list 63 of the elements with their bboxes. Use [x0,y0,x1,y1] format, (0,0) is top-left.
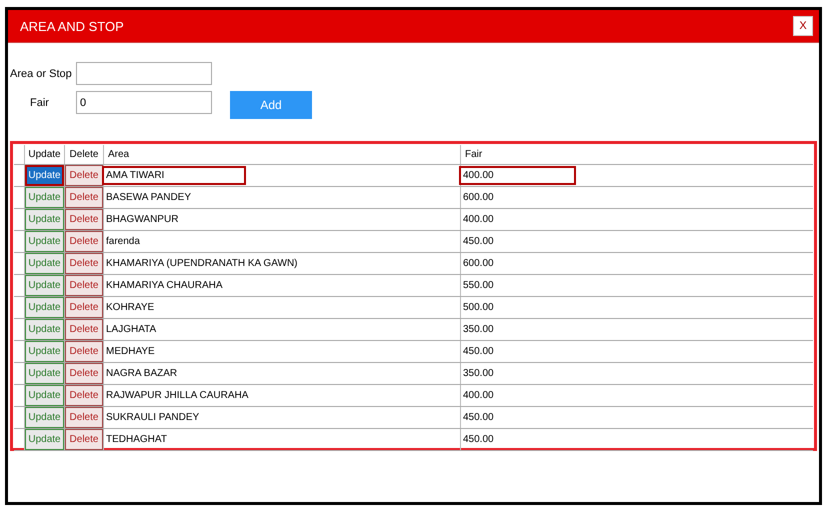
add-button[interactable]: Add [230,90,312,118]
table-cell-text: 350.00 [462,367,495,381]
table-cell-text: 600.00 [462,191,495,205]
table-cell-text: BASEWA PANDEY [105,191,192,205]
table-cell-text: 450.00 [462,345,495,359]
update-button[interactable]: Update [25,363,64,384]
table-cell-text: 550.00 [462,279,495,293]
update-button[interactable]: Update [25,429,64,450]
table-cell-text: RAJWAPUR JHILLA CAURAHA [105,389,250,403]
table-cell-text: 400.00 [462,389,495,403]
column-header: Area [104,145,461,164]
delete-button[interactable]: Delete [65,231,103,252]
delete-button[interactable]: Delete [65,165,103,186]
update-button[interactable]: Update [25,341,64,362]
table-cell-text: 450.00 [462,433,495,447]
table-cell-text: 450.00 [462,411,495,425]
window-title: AREA AND STOP [20,18,124,34]
table-cell: AMA TIWARI [104,168,244,183]
delete-button[interactable]: Delete [65,297,103,318]
column-header: Fair [464,148,484,162]
update-button[interactable]: Update [25,275,64,296]
table-cell-text: TEDHAGHAT [105,433,168,447]
table-cell-text: 600.00 [462,257,495,271]
close-button[interactable]: X [793,16,813,36]
delete-button[interactable]: Delete [65,275,103,296]
table-cell: 400.00 [461,168,574,183]
table-cell-text: SUKRAULI PANDEY [105,411,200,425]
delete-button[interactable]: Delete [65,429,103,450]
delete-button[interactable]: Delete [65,319,103,340]
update-button[interactable]: Update [25,407,64,428]
delete-button[interactable]: Delete [65,341,103,362]
delete-button[interactable]: Delete [65,187,103,208]
update-button[interactable]: Update [25,319,64,340]
field-label: Fair [29,96,50,108]
delete-button[interactable]: Delete [65,209,103,230]
field-label: Area or Stop [9,68,73,80]
update-button[interactable]: Update [25,253,64,274]
input-field[interactable] [76,62,212,85]
update-button[interactable]: Update [25,385,64,406]
delete-button[interactable]: Delete [65,407,103,428]
column-header: Update [25,145,65,164]
table-cell-text: NAGRA BAZAR [105,367,178,381]
table-cell-text: MEDHAYE [105,345,156,359]
update-button[interactable]: Update [25,209,64,230]
input-field[interactable]: 0 [76,91,212,114]
update-button[interactable]: Update [25,297,64,318]
table-cell-text: farenda [105,235,141,249]
update-button[interactable]: Update [25,187,64,208]
delete-button[interactable]: Delete [65,363,103,384]
table-cell-text: 350.00 [462,323,495,337]
table-cell-text: 500.00 [462,301,495,315]
table-cell-text: KOHRAYE [105,301,156,315]
table-cell-text: 400.00 [462,213,495,227]
table-cell-text: KHAMARIYA (UPENDRANATH KA GAWN) [105,257,299,271]
delete-button[interactable]: Delete [65,253,103,274]
table-cell-text: BHAGWANPUR [105,213,180,227]
update-button[interactable]: Update [25,231,64,252]
table-cell-text: KHAMARIYA CHAURAHA [105,279,224,293]
column-header: Delete [65,145,104,164]
table-cell-text: LAJGHATA [105,323,158,337]
delete-button[interactable]: Delete [65,385,103,406]
table-cell-text: 450.00 [462,235,495,249]
update-button[interactable]: Update [25,165,64,186]
